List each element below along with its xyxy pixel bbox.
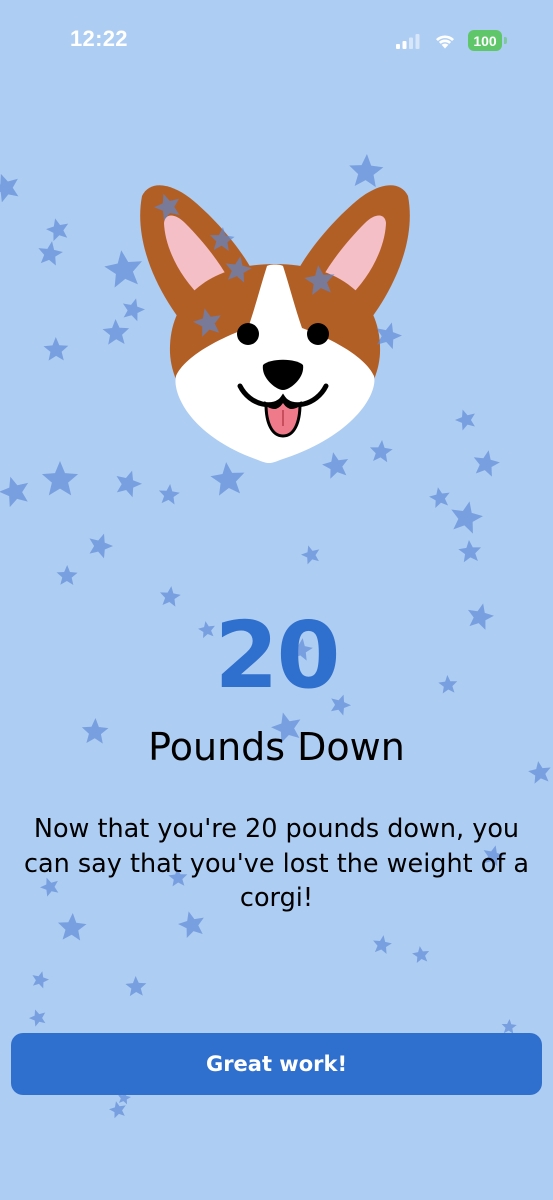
star-icon bbox=[108, 1101, 126, 1119]
celebration-screen: 12:22 100 20 Pounds Down Now that you're… bbox=[0, 0, 553, 1200]
great-work-button[interactable]: Great work! bbox=[11, 1033, 542, 1095]
corgi-face-image bbox=[140, 185, 410, 463]
star-icon bbox=[46, 218, 69, 242]
star-icon bbox=[454, 409, 475, 431]
battery-icon: 100 bbox=[468, 30, 502, 51]
star-icon bbox=[38, 241, 63, 266]
star-icon bbox=[56, 565, 78, 586]
star-icon bbox=[57, 913, 87, 941]
star-icon bbox=[125, 976, 147, 997]
star-icon bbox=[89, 533, 114, 559]
battery-cap bbox=[504, 37, 507, 44]
star-icon bbox=[102, 319, 130, 345]
star-icon bbox=[501, 1019, 517, 1034]
star-icon bbox=[458, 540, 482, 563]
star-icon bbox=[301, 545, 320, 565]
star-icon bbox=[473, 450, 500, 477]
signal-icon bbox=[396, 34, 420, 49]
star-icon bbox=[41, 461, 79, 496]
star-icon bbox=[116, 470, 142, 498]
star-icon bbox=[159, 586, 181, 607]
battery-level: 100 bbox=[473, 32, 497, 49]
star-icon bbox=[158, 484, 180, 505]
milestone-number: 20 bbox=[214, 602, 340, 709]
star-icon bbox=[0, 173, 19, 203]
status-time: 12:22 bbox=[70, 26, 128, 51]
star-icon bbox=[429, 487, 450, 508]
star-icon bbox=[32, 971, 50, 989]
milestone-label: Pounds Down bbox=[148, 725, 405, 769]
wifi-icon bbox=[436, 35, 454, 49]
star-icon bbox=[28, 1009, 46, 1027]
milestone-message: Now that you're 20 pounds down, you can … bbox=[23, 814, 530, 914]
star-icon bbox=[451, 501, 483, 534]
star-icon bbox=[373, 935, 392, 954]
star-icon bbox=[43, 337, 69, 361]
star-icon bbox=[412, 946, 430, 963]
star-icon bbox=[0, 476, 29, 508]
